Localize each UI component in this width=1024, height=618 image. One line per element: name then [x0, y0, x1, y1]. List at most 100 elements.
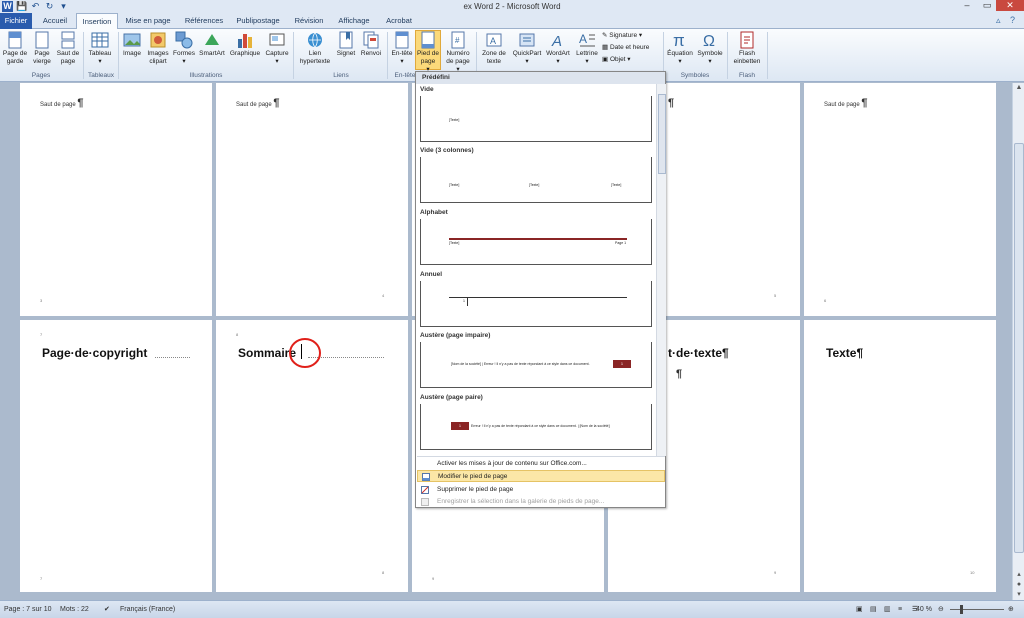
page-de-garde-button[interactable]: Page de garde [2, 31, 28, 66]
svg-text:π: π [673, 31, 685, 49]
gallery-item-title: Vide [420, 86, 434, 93]
tab-publipostage[interactable]: Publipostage [232, 13, 284, 29]
zoom-level[interactable]: 40 % [916, 601, 932, 618]
zoom-in-icon[interactable]: ⊕ [1008, 601, 1014, 618]
gallery-item-annuel[interactable]: 1 [420, 281, 652, 327]
thumb-rule [449, 238, 627, 240]
tab-insertion[interactable]: Insertion [76, 13, 118, 30]
tab-affichage[interactable]: Affichage [332, 13, 376, 29]
footer-gallery-dropdown[interactable]: Prédéfini Vide [Texte] Vide (3 colonnes)… [415, 71, 666, 508]
gallery-item-vide-3-colonnes[interactable]: [Texte] [Texte] [Texte] [420, 157, 652, 203]
close-icon[interactable]: ✕ [996, 0, 1024, 11]
texte-heading-partial[interactable]: t·de·texte¶ [668, 346, 729, 360]
prev-page-icon[interactable]: ▴ [1013, 570, 1024, 580]
menu-supprimer-pied-de-page[interactable]: Supprimer le pied de page [417, 484, 665, 496]
ribbon-tabs: Fichier Accueil Insertion Mise en page R… [0, 13, 1024, 30]
vertical-scrollbar[interactable]: ▲ ▴ ● ▾ [1012, 83, 1024, 600]
saut-label: Saut de page [236, 102, 272, 108]
images-clipart-button[interactable]: Images clipart [144, 31, 172, 66]
quickpart-button[interactable]: QuickPart ▾ [510, 31, 544, 66]
graphique-button[interactable]: Graphique [228, 31, 262, 58]
browse-object-icon[interactable]: ● [1013, 580, 1024, 590]
signature-button[interactable]: ✎ Signature ▾ [602, 31, 642, 41]
copyright-heading[interactable]: Page·de·copyright [42, 346, 147, 360]
saut-de-page-button[interactable]: Saut de page [55, 31, 81, 66]
numero-de-page-button[interactable]: # Numéro de page ▾ [443, 31, 473, 74]
gallery-scrollbar[interactable] [656, 84, 666, 456]
pilcrow: ¶ [77, 97, 84, 109]
gallery-item-austere-impaire[interactable]: [Nom de la société] | Erreur ! Il n'y a … [420, 342, 652, 388]
menu-activer-mises-a-jour[interactable]: Activer les mises à jour de contenu sur … [417, 458, 665, 470]
page-6[interactable]: Saut de page ¶ 6 [804, 83, 996, 316]
status-bar: Page : 7 sur 10 Mots : 22 ✔ Français (Fr… [0, 600, 1024, 618]
scroll-up-icon[interactable]: ▲ [1013, 83, 1024, 93]
signet-button[interactable]: Signet [334, 31, 358, 58]
lettrine-button[interactable]: A Lettrine ▾ [573, 31, 601, 66]
view-web-icon[interactable]: ▥ [884, 601, 891, 618]
thumb-page-box: 1 [451, 422, 469, 430]
tab-acrobat[interactable]: Acrobat [380, 13, 418, 29]
next-page-icon[interactable]: ▾ [1013, 590, 1024, 600]
zoom-out-icon[interactable]: ⊖ [938, 601, 944, 618]
gallery-item-austere-paire[interactable]: 1 Erreur ! Il n'y a pas de texte réponda… [420, 404, 652, 450]
smartart-icon [205, 34, 219, 45]
symbole-button[interactable]: Ω Symbole ▾ [696, 31, 724, 66]
screenshot-icon [269, 33, 285, 46]
menu-label: Enregistrer la sélection dans la galerie… [437, 498, 605, 505]
equation-button[interactable]: π Équation ▾ [665, 31, 695, 66]
page-8[interactable]: 8 Sommaire 8 [216, 320, 408, 592]
scrollbar-thumb[interactable] [1014, 143, 1024, 553]
lien-hypertexte-button[interactable]: Lien hypertexte [296, 31, 334, 66]
tab-mise-en-page[interactable]: Mise en page [120, 13, 176, 29]
minimize-ribbon-icon[interactable]: ▵ [996, 15, 1001, 26]
help-icon[interactable]: ? [1010, 15, 1015, 25]
page-3[interactable]: Saut de page ¶ 3 [20, 83, 212, 316]
page-4[interactable]: Saut de page ¶ 4 [216, 83, 408, 316]
svg-text:A: A [551, 33, 562, 49]
menu-modifier-pied-de-page[interactable]: Modifier le pied de page [417, 470, 665, 482]
zone-de-texte-button[interactable]: A Zone de texte [479, 31, 509, 66]
flash-einbetten-button[interactable]: Flash einbetten [730, 31, 764, 66]
proofing-icon[interactable]: ✔ [104, 601, 110, 618]
separator [727, 32, 728, 79]
lien-hypertexte-label: Lien hypertexte [299, 50, 331, 65]
pilcrow: ¶ [861, 97, 868, 109]
flash-einbetten-label: Flash einbetten [733, 50, 761, 65]
svg-text:Ω: Ω [703, 33, 715, 49]
gallery-item-vide[interactable]: [Texte] [420, 96, 652, 142]
status-words[interactable]: Mots : 22 [60, 601, 89, 618]
pied-de-page-button[interactable]: Pied de page ▾ [415, 30, 441, 73]
gallery-scroll-thumb[interactable] [658, 94, 666, 174]
view-outline-icon[interactable]: ≡ [898, 601, 902, 618]
view-print-layout-icon[interactable]: ▣ [856, 601, 863, 618]
zoom-slider[interactable] [950, 609, 1004, 610]
tab-accueil[interactable]: Accueil [34, 13, 76, 29]
date-heure-button[interactable]: ▦ Date et heure [602, 43, 649, 53]
zoom-slider-thumb[interactable] [960, 605, 963, 614]
status-language[interactable]: Français (France) [120, 601, 175, 618]
image-button[interactable]: Image [120, 31, 144, 58]
smartart-button[interactable]: SmartArt [197, 31, 227, 58]
page-vierge-button[interactable]: Page vierge [30, 31, 54, 66]
maximize-icon[interactable]: ▭ [976, 0, 998, 11]
formes-button[interactable]: Formes ▾ [172, 31, 196, 66]
page-7[interactable]: 7 Page·de·copyright 7 [20, 320, 212, 592]
tab-fichier[interactable]: Fichier [0, 13, 32, 29]
status-page[interactable]: Page : 7 sur 10 [4, 601, 51, 618]
tab-revision[interactable]: Révision [290, 13, 328, 29]
texte-heading[interactable]: Texte¶ [826, 346, 863, 360]
page-10[interactable]: Texte¶ 10 [804, 320, 996, 592]
en-tete-button[interactable]: En-tête ▾ [389, 31, 415, 66]
tab-references[interactable]: Références [180, 13, 228, 29]
view-full-screen-icon[interactable]: ▤ [870, 601, 877, 618]
capture-button[interactable]: Capture ▾ [263, 31, 291, 66]
highlight-circle-icon [289, 338, 321, 368]
minimize-icon[interactable]: – [956, 0, 978, 11]
remove-footer-icon [421, 486, 429, 494]
gallery-item-alphabet[interactable]: [Texte] Page 1 [420, 219, 652, 265]
objet-button[interactable]: ▣ Objet ▾ [602, 55, 631, 65]
thumb-page-box: 1 [613, 360, 631, 368]
renvoi-button[interactable]: Renvoi [358, 31, 384, 58]
wordart-button[interactable]: A WordArt ▾ [543, 31, 573, 66]
tableau-button[interactable]: Tableau ▾ [86, 31, 114, 66]
